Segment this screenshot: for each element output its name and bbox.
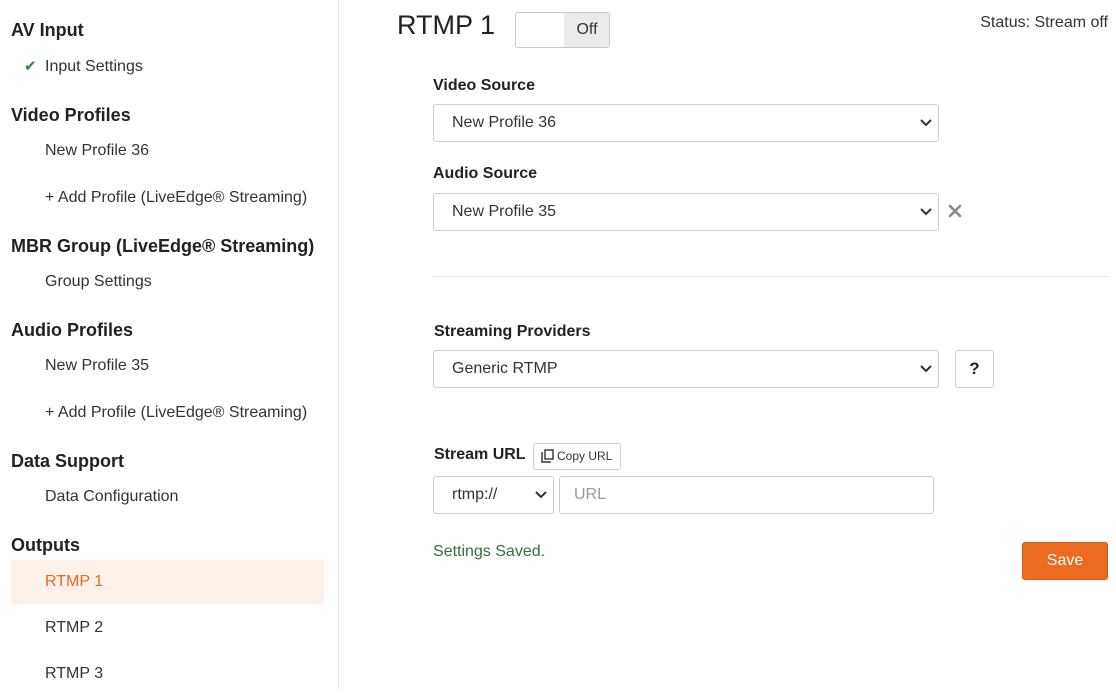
section-title-av-input: AV Input: [11, 20, 84, 40]
protocol-select[interactable]: rtmp://: [433, 476, 554, 514]
sidebar-item-label: New Profile 35: [45, 357, 150, 374]
sidebar-item-label: + Add Profile (LiveEdge® Streaming): [45, 189, 308, 206]
stream-url-input[interactable]: [559, 476, 934, 514]
sidebar-item-rtmp-3[interactable]: RTMP 3: [11, 652, 324, 696]
sidebar: AV Input ✔ Input Settings Video Profiles…: [0, 0, 339, 689]
audio-source-select[interactable]: New Profile 35: [433, 193, 939, 231]
chevron-down-icon: [920, 119, 932, 127]
chevron-down-icon: [920, 208, 932, 216]
sidebar-item-label: Group Settings: [45, 273, 152, 290]
chevron-down-icon: [535, 491, 547, 499]
sidebar-item-group-settings[interactable]: Group Settings: [11, 260, 324, 304]
sidebar-item-rtmp-2[interactable]: RTMP 2: [11, 606, 324, 650]
chevron-down-icon: [920, 365, 932, 373]
sidebar-item-data-configuration[interactable]: Data Configuration: [11, 475, 324, 519]
sidebar-item-video-profile[interactable]: New Profile 36: [11, 129, 324, 173]
help-button[interactable]: ?: [955, 350, 994, 388]
section-title-data-support: Data Support: [11, 451, 125, 471]
sidebar-item-audio-profile[interactable]: New Profile 35: [11, 344, 324, 388]
sidebar-item-add-video-profile[interactable]: + Add Profile (LiveEdge® Streaming): [11, 176, 324, 220]
copy-url-button[interactable]: Copy URL: [533, 443, 621, 470]
save-button[interactable]: Save: [1022, 542, 1108, 580]
sidebar-item-rtmp-1[interactable]: RTMP 1: [11, 560, 324, 604]
sidebar-item-label: Data Configuration: [45, 488, 179, 505]
section-title-outputs: Outputs: [11, 535, 80, 555]
sidebar-item-label: RTMP 3: [45, 665, 104, 682]
sidebar-item-label: + Add Profile (LiveEdge® Streaming): [45, 404, 308, 421]
stream-status: Status: Stream off: [980, 14, 1108, 31]
audio-source-label: Audio Source: [433, 165, 538, 182]
section-title-video-profiles: Video Profiles: [11, 105, 131, 125]
check-icon: ✔: [24, 58, 37, 75]
video-source-select[interactable]: New Profile 36: [433, 104, 939, 142]
streaming-providers-select[interactable]: Generic RTMP: [433, 350, 939, 388]
section-divider: [433, 276, 1108, 277]
streaming-providers-value: Generic RTMP: [452, 360, 558, 377]
toggle-state-label: Off: [564, 13, 609, 47]
sidebar-item-label: Input Settings: [45, 58, 143, 75]
audio-source-value: New Profile 35: [452, 203, 557, 220]
protocol-value: rtmp://: [452, 486, 498, 503]
stream-toggle[interactable]: Off: [515, 12, 610, 48]
streaming-providers-label: Streaming Providers: [434, 323, 591, 340]
video-source-value: New Profile 36: [452, 114, 557, 131]
page-title: RTMP 1: [397, 10, 496, 40]
copy-icon: [541, 449, 554, 463]
section-title-audio-profiles: Audio Profiles: [11, 320, 134, 340]
toggle-knob: [516, 13, 564, 47]
sidebar-item-label: New Profile 36: [45, 142, 150, 159]
close-icon[interactable]: [947, 203, 963, 219]
video-source-label: Video Source: [433, 77, 535, 94]
sidebar-item-input-settings[interactable]: ✔ Input Settings: [11, 45, 324, 89]
sidebar-item-add-audio-profile[interactable]: + Add Profile (LiveEdge® Streaming): [11, 391, 324, 435]
settings-saved-message: Settings Saved.: [433, 543, 546, 560]
sidebar-item-label: RTMP 1: [45, 573, 104, 590]
stream-url-label: Stream URL: [434, 446, 526, 463]
copy-url-label: Copy URL: [557, 449, 613, 463]
sidebar-item-label: RTMP 2: [45, 619, 104, 636]
section-title-mbr-group: MBR Group (LiveEdge® Streaming): [11, 236, 315, 256]
